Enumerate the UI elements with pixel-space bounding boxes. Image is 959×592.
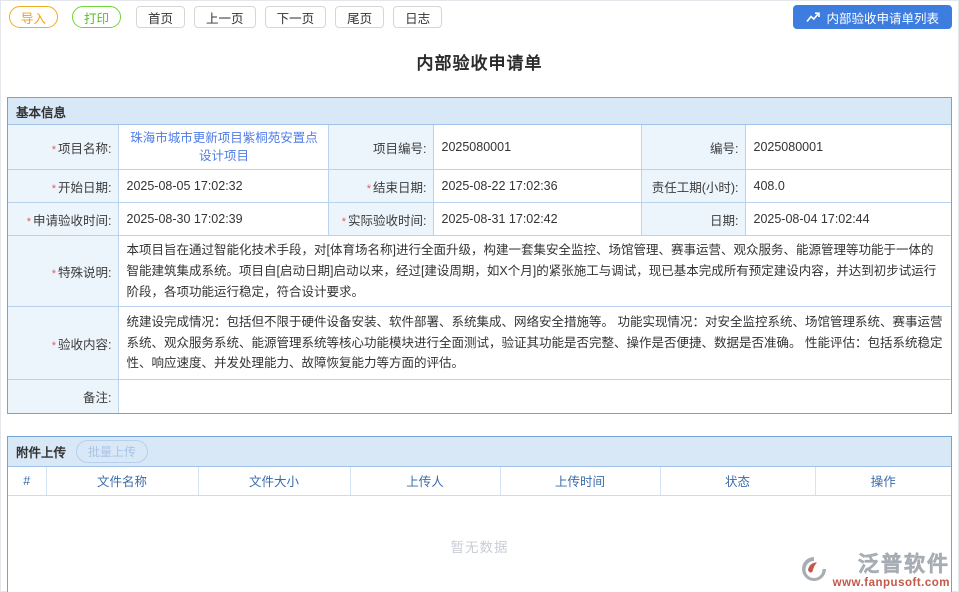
attachments-table-header: # 文件名称 文件大小 上传人 上传时间 状态 操作 <box>8 467 951 497</box>
toolbar: 导入 打印 首页 上一页 下一页 尾页 日志 内部验收申请单列表 <box>1 1 958 29</box>
table-row: *项目名称: 珠海市城市更新项目紫桐苑安置点设计项目 项目编号: 2025080… <box>8 125 951 170</box>
project-code-value: 2025080001 <box>433 125 641 170</box>
watermark-brand: 泛普软件 <box>858 554 950 575</box>
trending-arrow-icon <box>806 12 820 23</box>
prev-page-button[interactable]: 上一页 <box>194 6 256 28</box>
required-asterisk: * <box>367 183 371 195</box>
col-status: 状态 <box>660 467 815 496</box>
col-file-size: 文件大小 <box>198 467 350 496</box>
required-asterisk: * <box>27 216 31 228</box>
log-button[interactable]: 日志 <box>393 6 442 28</box>
apply-time-label: *申请验收时间: <box>8 203 118 236</box>
project-name-value: 珠海市城市更新项目紫桐苑安置点设计项目 <box>118 125 328 170</box>
start-date-value: 2025-08-05 17:02:32 <box>118 170 328 203</box>
end-date-label: *结束日期: <box>328 170 433 203</box>
print-button[interactable]: 打印 <box>72 6 121 28</box>
acceptance-list-button[interactable]: 内部验收申请单列表 <box>793 5 952 29</box>
required-asterisk: * <box>52 183 56 195</box>
basic-info-table: *项目名称: 珠海市城市更新项目紫桐苑安置点设计项目 项目编号: 2025080… <box>8 125 951 413</box>
table-row: 备注: <box>8 380 951 413</box>
required-asterisk: * <box>52 340 56 352</box>
start-date-label: *开始日期: <box>8 170 118 203</box>
table-row: *验收内容: 统建设完成情况：包括但不限于硬件设备安装、软件部署、系统集成、网络… <box>8 307 951 380</box>
acceptance-content-value: 统建设完成情况：包括但不限于硬件设备安装、软件部署、系统集成、网络安全措施等。 … <box>118 307 951 380</box>
attachments-section-header: 附件上传 批量上传 <box>8 437 951 467</box>
basic-info-section-header: 基本信息 <box>8 98 951 125</box>
duration-label: 责任工期(小时): <box>641 170 745 203</box>
actual-time-label: *实际验收时间: <box>328 203 433 236</box>
required-asterisk: * <box>52 268 56 280</box>
fanpu-logo-icon <box>799 554 829 589</box>
actual-time-value: 2025-08-31 17:02:42 <box>433 203 641 236</box>
duration-value: 408.0 <box>745 170 951 203</box>
required-asterisk: * <box>342 216 346 228</box>
basic-info-section: 基本信息 *项目名称: 珠海市城市更新项目紫桐苑安置点设计项目 项目编号: 20… <box>7 97 952 414</box>
page-title: 内部验收申请单 <box>1 49 958 74</box>
remark-value <box>118 380 951 413</box>
apply-time-value: 2025-08-30 17:02:39 <box>118 203 328 236</box>
col-uploader: 上传人 <box>350 467 500 496</box>
last-page-button[interactable]: 尾页 <box>335 6 384 28</box>
end-date-value: 2025-08-22 17:02:36 <box>433 170 641 203</box>
date-value: 2025-08-04 17:02:44 <box>745 203 951 236</box>
watermark-text: 泛普软件 www.fanpusoft.com <box>833 554 950 590</box>
table-row: *申请验收时间: 2025-08-30 17:02:39 *实际验收时间: 20… <box>8 203 951 236</box>
project-code-label: 项目编号: <box>328 125 433 170</box>
remark-label: 备注: <box>8 380 118 413</box>
acceptance-list-button-label: 内部验收申请单列表 <box>826 8 939 27</box>
col-upload-time: 上传时间 <box>500 467 660 496</box>
col-index: # <box>8 467 46 496</box>
home-page-button[interactable]: 首页 <box>136 6 185 28</box>
special-note-label: *特殊说明: <box>8 236 118 307</box>
special-note-value: 本项目旨在通过智能化技术手段，对[体育场名称]进行全面升级，构建一套集安全监控、… <box>118 236 951 307</box>
import-button[interactable]: 导入 <box>9 6 58 28</box>
next-page-button[interactable]: 下一页 <box>265 6 327 28</box>
project-name-link[interactable]: 珠海市城市更新项目紫桐苑安置点设计项目 <box>127 129 322 165</box>
table-header-row: # 文件名称 文件大小 上传人 上传时间 状态 操作 <box>8 467 951 496</box>
basic-info-section-title: 基本信息 <box>16 102 66 121</box>
required-asterisk: * <box>52 144 56 156</box>
watermark-url: www.fanpusoft.com <box>833 578 950 590</box>
date-label: 日期: <box>641 203 745 236</box>
col-file-name: 文件名称 <box>46 467 198 496</box>
table-row: *开始日期: 2025-08-05 17:02:32 *结束日期: 2025-0… <box>8 170 951 203</box>
attachments-section-title: 附件上传 <box>16 442 66 461</box>
acceptance-content-label: *验收内容: <box>8 307 118 380</box>
table-row: *特殊说明: 本项目旨在通过智能化技术手段，对[体育场名称]进行全面升级，构建一… <box>8 236 951 307</box>
col-actions: 操作 <box>815 467 951 496</box>
project-name-label: *项目名称: <box>8 125 118 170</box>
code-label: 编号: <box>641 125 745 170</box>
vendor-watermark: 泛普软件 www.fanpusoft.com <box>799 554 950 590</box>
batch-upload-button[interactable]: 批量上传 <box>76 440 148 463</box>
internal-acceptance-form-page: 导入 打印 首页 上一页 下一页 尾页 日志 内部验收申请单列表 内部验收申请单… <box>0 0 959 592</box>
code-value: 2025080001 <box>745 125 951 170</box>
